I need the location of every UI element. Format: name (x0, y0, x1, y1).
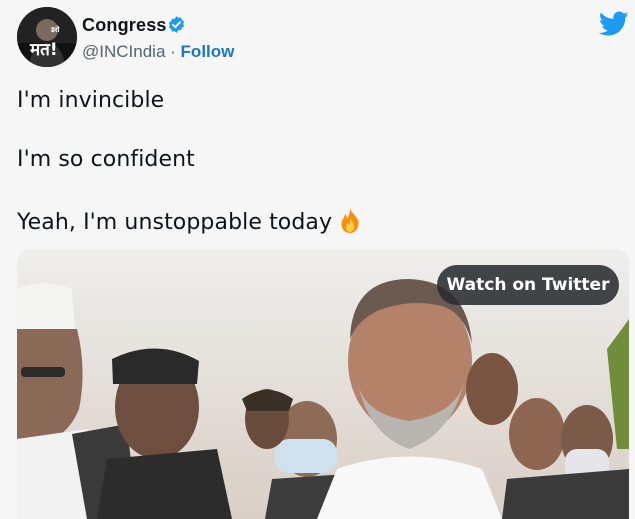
author-handle[interactable]: @INCIndia (82, 42, 165, 61)
verified-badge-icon (168, 16, 185, 33)
avatar-small-text: डरो (51, 26, 60, 34)
tweet-text-line-3-text: Yeah, I'm unstoppable today (17, 210, 333, 235)
tweet-text-line-3: Yeah, I'm unstoppable today (17, 207, 364, 235)
tweet-text-line-1: I'm invincible (17, 88, 165, 113)
author-name[interactable]: Congress (82, 15, 167, 36)
tweet-text-line-2: I'm so confident (17, 147, 195, 172)
twitter-bird-icon[interactable] (599, 11, 629, 37)
handle-row: @INCIndia · Follow (82, 42, 234, 62)
avatar[interactable]: डरो मत! (17, 7, 77, 67)
avatar-text: मत! (30, 40, 58, 60)
fire-emoji (341, 208, 359, 233)
watch-on-twitter-button[interactable]: Watch on Twitter (437, 265, 619, 305)
separator-dot: · (170, 42, 176, 61)
follow-button[interactable]: Follow (181, 42, 235, 61)
